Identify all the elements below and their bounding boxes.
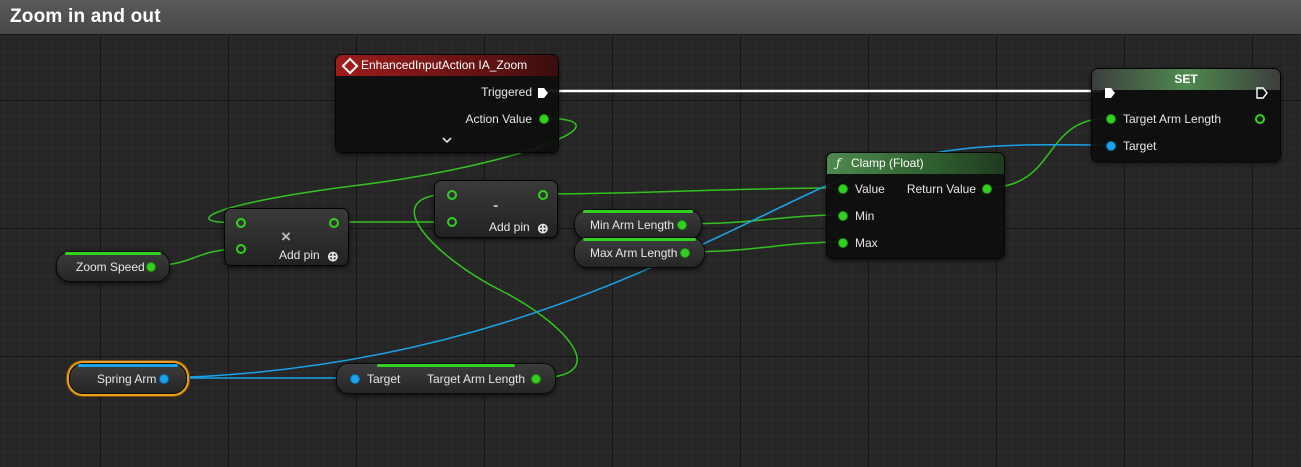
set-target-arm-length-in-pin[interactable] [1107,115,1115,123]
min-arm-length-out-pin[interactable] [678,221,686,229]
graph-title-bar: Zoom in and out [0,0,1301,35]
clamp-max-pin[interactable] [839,239,847,247]
node-header: EnhancedInputAction IA_Zoom [336,55,558,76]
subtract-out-pin[interactable] [538,190,548,200]
get-target-arm-length-node[interactable]: Target Target Arm Length [336,363,556,394]
max-arm-length-out-pin[interactable] [681,249,689,257]
set-target-arm-length-label: Target Arm Length [1123,112,1222,126]
min-arm-length-variable-node[interactable]: Min Arm Length [574,209,702,240]
clamp-value-pin[interactable] [839,185,847,193]
add-pin-icon: ⊕ [537,219,549,236]
spring-arm-variable-node[interactable]: Spring Arm [69,363,187,394]
chevron-down-icon[interactable] [442,133,452,147]
clamp-value-label: Value [855,182,885,196]
function-icon: ƒ [836,156,841,170]
multiply-in-b-pin[interactable] [236,244,246,254]
variable-type-stripe [65,252,161,255]
set-exec-out-pin[interactable] [1256,86,1268,104]
clamp-return-value-label: Return Value [906,182,976,196]
set-exec-in-pin[interactable] [1104,86,1116,104]
graph-title: Zoom in and out [10,6,161,27]
zoom-speed-out-pin[interactable] [147,263,155,271]
max-arm-length-variable-node[interactable]: Max Arm Length [574,237,705,268]
action-value-label: Action Value [465,112,533,126]
action-value-pin[interactable] [540,115,548,123]
subtract-operator: - [493,197,499,214]
triggered-label: Triggered [481,85,532,99]
add-pin-icon: ⊕ [327,247,339,264]
triggered-exec-pin[interactable] [537,86,549,104]
zoom-speed-label: Zoom Speed [76,260,145,274]
min-arm-length-label: Min Arm Length [590,218,675,232]
node-header: SET [1092,69,1280,90]
add-pin-label: Add pin [489,220,530,234]
get-target-pin[interactable] [351,375,359,383]
variable-type-stripe [583,210,693,213]
zoom-speed-variable-node[interactable]: Zoom Speed [56,251,170,282]
multiply-in-a-pin[interactable] [236,218,246,228]
multiply-out-pin[interactable] [329,218,339,228]
subtract-in-a-pin[interactable] [447,190,457,200]
set-target-arm-length-node[interactable]: SET Target Arm Length Target [1091,68,1281,162]
input-action-title: EnhancedInputAction IA_Zoom [361,58,528,72]
clamp-title: Clamp (Float) [851,156,924,170]
enhanced-input-action-node[interactable]: EnhancedInputAction IA_Zoom Triggered Ac… [335,54,559,153]
clamp-min-label: Min [855,209,875,223]
variable-type-stripe [78,364,178,367]
node-header: ƒ Clamp (Float) [827,153,1004,174]
variable-type-stripe [377,364,515,367]
clamp-return-value-pin[interactable] [983,185,991,193]
multiply-add-pin-button[interactable]: Add pin ⊕ [279,247,339,264]
add-pin-label: Add pin [279,248,320,262]
set-title: SET [1174,72,1198,86]
clamp-min-pin[interactable] [839,212,847,220]
clamp-max-label: Max [855,236,878,250]
get-target-arm-length-label: Target Arm Length [426,372,525,386]
set-target-label: Target [1123,139,1157,153]
multiply-node[interactable]: × Add pin ⊕ [224,208,349,266]
subtract-node[interactable]: - Add pin ⊕ [434,180,558,238]
get-target-label: Target [367,372,401,386]
max-arm-length-label: Max Arm Length [590,246,678,260]
event-diamond-icon [341,57,359,75]
subtract-in-b-pin[interactable] [447,217,457,227]
subtract-add-pin-button[interactable]: Add pin ⊕ [489,219,549,236]
variable-type-stripe [583,238,696,241]
multiply-operator: × [281,227,291,246]
get-target-arm-length-out-pin[interactable] [532,375,540,383]
set-target-arm-length-out-pin[interactable] [1255,114,1265,124]
clamp-float-node[interactable]: ƒ Clamp (Float) Value Return Value Min M… [826,152,1005,259]
spring-arm-label: Spring Arm [97,372,157,386]
spring-arm-out-pin[interactable] [160,375,168,383]
set-target-pin[interactable] [1107,142,1115,150]
